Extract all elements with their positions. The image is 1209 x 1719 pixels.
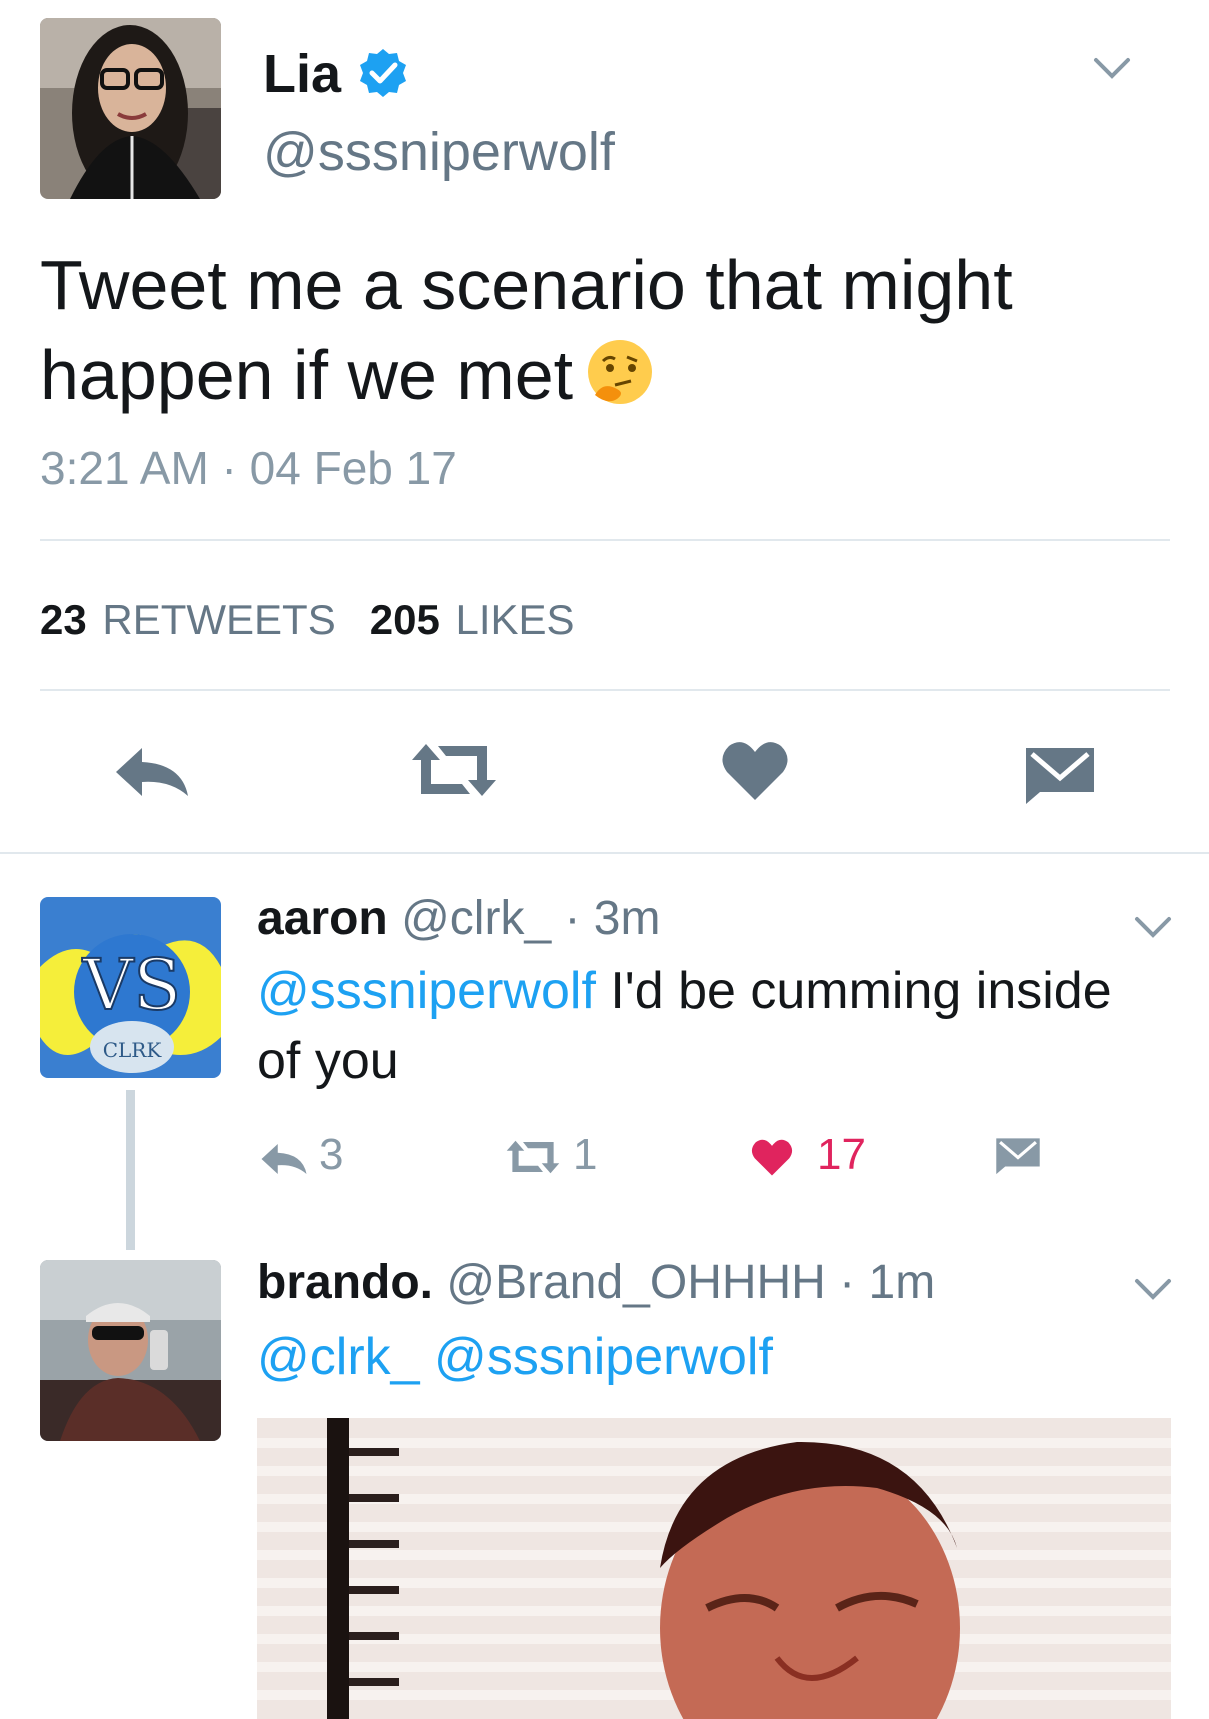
reply-media-gif[interactable] — [257, 1418, 1171, 1719]
engagement-stats: 23 RETWEETS 205 LIKES — [40, 592, 575, 648]
author-name[interactable]: Lia — [263, 42, 341, 106]
reply-text-line: of you — [257, 1032, 399, 1090]
reply-author-name[interactable]: aaron — [257, 892, 388, 945]
retweet-icon — [506, 1140, 560, 1174]
lia-avatar[interactable] — [40, 18, 221, 199]
likes-count: 205 — [369, 596, 440, 643]
tweet-timestamp: 3:21 AM · 04 Feb 17 — [40, 442, 457, 494]
tweet-text: Tweet me a scenario that might happen if… — [40, 240, 1170, 420]
mention-link[interactable]: @sssniperwolf — [257, 962, 596, 1020]
aaron-avatar[interactable]: VS CLRK — [40, 897, 221, 1078]
author-handle[interactable]: @sssniperwolf — [263, 120, 615, 184]
retweet-button[interactable]: 1 — [503, 1130, 597, 1180]
reply-2-header: brando. @Brand_OHHHH · 1m — [257, 1254, 935, 1312]
divider — [40, 539, 1170, 541]
retweets-label: RETWEETS — [102, 596, 336, 643]
reply-author-handle[interactable]: @clrk_ · 3m — [401, 892, 660, 945]
divider — [0, 852, 1209, 854]
tweet-detail-screen: Lia @sssniperwolf Tweet me a scenario th… — [0, 0, 1209, 1719]
retweet-icon[interactable] — [406, 738, 502, 802]
heart-icon[interactable] — [722, 742, 788, 800]
reply-1-header: aaron @clrk_ · 3m — [257, 890, 660, 948]
brando-avatar[interactable] — [40, 1260, 221, 1441]
svg-text:VS: VS — [82, 944, 182, 1026]
reply-2-text: @clrk_ @sssniperwolf — [257, 1322, 1157, 1392]
reply-icon — [261, 1144, 307, 1174]
reply-button[interactable]: 3 — [259, 1130, 343, 1180]
svg-text:CLRK: CLRK — [103, 1038, 163, 1062]
reply-icon[interactable] — [112, 744, 192, 800]
chevron-down-icon[interactable] — [1133, 1276, 1173, 1302]
reply-text-line: @sssniperwolf I'd be cumming inside — [257, 956, 1157, 1026]
verified-badge-icon — [360, 49, 406, 97]
reply-1-text: @sssniperwolf I'd be cumming inside of y… — [257, 956, 1157, 1096]
mention-link[interactable]: @sssniperwolf — [434, 1328, 773, 1386]
thread-connector — [126, 1090, 135, 1250]
tweet-text-body: Tweet me a scenario that might happen if… — [40, 246, 1013, 414]
dm-icon[interactable] — [995, 1134, 1041, 1176]
thinking-face-emoji-icon — [588, 340, 653, 404]
chevron-down-icon[interactable] — [1092, 55, 1132, 81]
like-count: 17 — [817, 1130, 866, 1179]
retweets-count: 23 — [40, 596, 87, 643]
reply-count: 3 — [319, 1130, 344, 1179]
reply-text-part: I'd be cumming inside — [595, 962, 1112, 1020]
dm-icon[interactable] — [1024, 742, 1096, 806]
mention-link[interactable]: @clrk_ — [257, 1328, 420, 1386]
retweets-stat[interactable]: 23 RETWEETS — [40, 596, 336, 643]
like-button[interactable]: 17 — [751, 1130, 866, 1180]
likes-label: LIKES — [455, 596, 575, 643]
likes-stat[interactable]: 205 LIKES — [370, 596, 575, 643]
retweet-count: 1 — [573, 1130, 598, 1179]
reply-author-handle[interactable]: @Brand_OHHHH · 1m — [446, 1256, 935, 1309]
divider — [40, 689, 1170, 691]
heart-filled-icon — [751, 1139, 793, 1176]
reply-author-name[interactable]: brando. — [257, 1256, 433, 1309]
chevron-down-icon[interactable] — [1133, 914, 1173, 940]
